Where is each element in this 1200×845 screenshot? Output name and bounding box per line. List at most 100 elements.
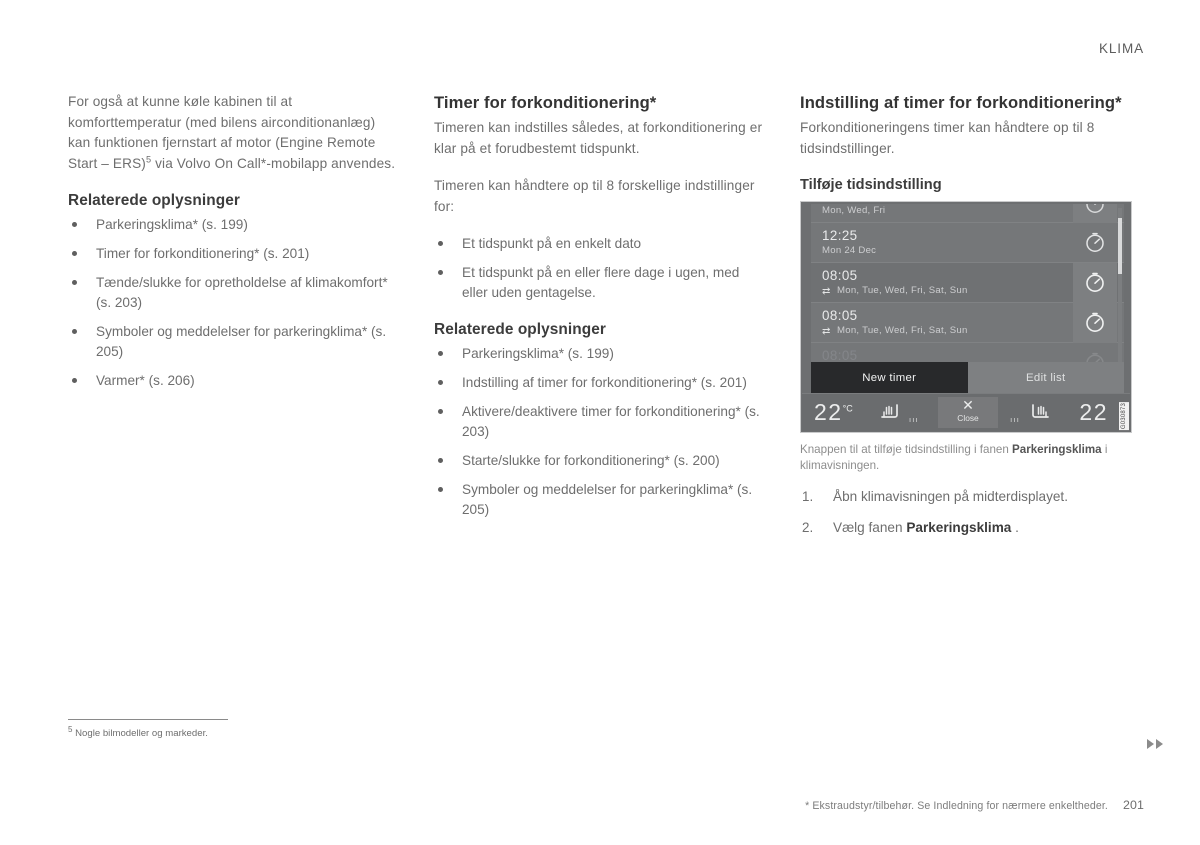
list-item-label: Parkeringsklima* (s. 199) [462,346,614,362]
passenger-seat-heater-icon[interactable] [1028,401,1052,426]
close-button[interactable]: ✕ Close [938,397,998,429]
table-row[interactable]: Mon, Wed, Fri [811,204,1124,224]
driver-seat-heater-level: ııı [909,415,919,425]
list-item[interactable]: Tænde/slukke for opretholdelse af klimak… [68,273,398,313]
footnote-body: Nogle bilmodeller og markeder. [72,728,208,739]
figure-caption: Knappen til at tilføje tidsindstilling i… [800,442,1132,474]
col1-related-heading: Relaterede oplysninger [68,192,240,210]
page-footer: * Ekstraudstyr/tilbehør. Se Indledning f… [805,798,1144,812]
column-3: Indstilling af timer for forkonditioneri… [800,92,1132,549]
table-row[interactable]: 12:25 Mon 24 Dec [811,223,1124,264]
triangle-right-icon [1156,739,1163,749]
caption-bold: Parkeringsklima [1012,443,1102,457]
triangle-right-icon [1147,739,1154,749]
bullet-icon [438,351,443,357]
bullet-icon [438,270,443,276]
timer-days: Mon, Wed, Fri [822,205,886,217]
list-item: Et tidspunkt på en eller flere dage i ug… [434,263,764,303]
timer-icon[interactable] [1083,230,1107,254]
list-item-label: Varmer* (s. 206) [96,373,195,389]
list-item[interactable]: Symboler og meddelelser for parkeringkli… [434,480,764,520]
list-item-label: Aktivere/deaktivere timer for forkonditi… [462,404,760,440]
step-text-bold: Parkeringsklima [906,520,1012,536]
repeat-icon: ⇄ [822,326,831,338]
list-item-label: Starte/slukke for forkonditionering* (s.… [462,453,720,469]
list-item: 2. Vælg fanen Parkeringsklima . [800,518,1130,538]
passenger-temperature-value: 22 [1079,399,1108,426]
footnote-rule [68,719,228,720]
driver-temperature[interactable]: 22°C [814,399,853,426]
list-item-label: Symboler og meddelelser for parkeringkli… [96,324,387,360]
list-item[interactable]: Starte/slukke for forkonditionering* (s.… [434,451,764,471]
col3-heading: Indstilling af timer for forkonditioneri… [800,93,1122,112]
bullet-icon [72,378,77,384]
new-timer-button[interactable]: New timer [811,362,968,395]
temperature-unit: °C [842,403,853,414]
scrollbar-thumb[interactable] [1118,218,1122,275]
list-item-label: Et tidspunkt på en enkelt dato [462,236,642,252]
col3-subheading: Tilføje tidsindstilling [800,177,942,194]
passenger-temperature[interactable]: 22 [1079,399,1108,426]
column-1: For også at kunne køle kabinen til at ko… [68,92,398,549]
col2-capability-list: Et tidspunkt på en enkelt dato Et tidspu… [434,234,764,303]
bullet-icon [438,458,443,464]
repeat-icon: ⇄ [822,286,831,298]
timer-days: Mon, Tue, Wed, Fri, Sat, Sun [837,325,968,337]
driver-temperature-value: 22 [814,399,843,426]
timer-list-panel: Mon, Wed, Fri 12:25 Mon 24 Dec 08:05 ⇄ M… [811,204,1124,375]
footnote-block: 5 Nogle bilmodeller og markeder. [68,719,398,740]
step-number: 1. [802,489,814,505]
list-item[interactable]: Timer for forkonditionering* (s. 201) [68,244,398,264]
center-display-screenshot: Mon, Wed, Fri 12:25 Mon 24 Dec 08:05 ⇄ M… [800,201,1132,434]
col2-paragraph-1: Timeren kan indstilles således, at forko… [434,120,763,156]
list-item[interactable]: Symboler og meddelelser for parkeringkli… [68,322,398,362]
col2-related-heading: Relaterede oplysninger [434,321,606,339]
bullet-icon [72,222,77,228]
climate-bottom-bar: 22°C ııı ✕ Close ııı 22 [802,393,1130,432]
continuation-marker [1147,739,1163,749]
bullet-icon [438,487,443,493]
step-text: Åbn klimavisningen på midterdisplayet. [833,489,1068,505]
col3-paragraph-1: Forkonditioneringens timer kan håndtere … [800,120,1095,156]
timer-time: 08:05 [822,348,858,364]
column-2: Timer for forkonditionering* Timeren kan… [434,92,764,549]
footnote-text: 5 Nogle bilmodeller og markeder. [68,725,398,740]
table-row[interactable]: 08:05 ⇄ Mon, Tue, Wed, Fri, Sat, Sun [811,303,1124,344]
running-head: KLIMA [1098,41,1144,56]
asterisk-note: * Ekstraudstyr/tilbehør. Se Indledning f… [805,800,1108,812]
col2-heading: Timer for forkonditionering* [434,93,657,112]
list-item-label: Indstilling af timer for forkonditioneri… [462,375,747,391]
bullet-icon [72,251,77,257]
timer-time: 12:25 [822,228,858,244]
list-item[interactable]: Parkeringsklima* (s. 199) [68,215,398,235]
col2-related-list: Parkeringsklima* (s. 199) Indstilling af… [434,344,764,520]
bullet-icon [72,329,77,335]
list-item[interactable]: Parkeringsklima* (s. 199) [434,344,764,364]
timer-list[interactable]: Mon, Wed, Fri 12:25 Mon 24 Dec 08:05 ⇄ M… [811,204,1124,375]
timer-icon[interactable] [1083,204,1107,215]
list-item[interactable]: Varmer* (s. 206) [68,371,398,391]
timer-time: 08:05 [822,308,858,324]
timer-icon[interactable] [1083,270,1107,294]
col1-intro-tail: via Volvo On Call*-mobilapp anvendes. [151,155,396,171]
bullet-icon [72,280,77,286]
timer-time: 08:05 [822,268,858,284]
page-number: 201 [1123,798,1144,812]
edit-list-button[interactable]: Edit list [967,362,1124,395]
caption-pre: Knappen til at tilføje tidsindstilling i… [800,443,1013,457]
timer-icon[interactable] [1083,310,1107,334]
list-item[interactable]: Aktivere/deaktivere timer for forkonditi… [434,402,764,442]
list-item-label: Symboler og meddelelser for parkeringkli… [462,482,753,518]
bullet-icon [438,380,443,386]
timer-action-buttons: New timer Edit list [811,362,1124,395]
page-columns: For også at kunne køle kabinen til at ko… [68,92,1138,549]
list-item[interactable]: Indstilling af timer for forkonditioneri… [434,373,764,393]
table-row[interactable]: 08:05 ⇄ Mon, Tue, Wed, Fri, Sat, Sun [811,263,1124,304]
timer-days: Mon 24 Dec [822,245,877,257]
col2-paragraph-2: Timeren kan håndtere op til 8 forskellig… [434,178,755,214]
close-button-label: Close [957,413,979,424]
driver-seat-heater-icon[interactable] [878,401,902,426]
list-item-label: Et tidspunkt på en eller flere dage i ug… [462,265,740,301]
list-item: 1. Åbn klimavisningen på midterdisplayet. [800,487,1130,507]
step-text-post: . [1011,520,1019,536]
